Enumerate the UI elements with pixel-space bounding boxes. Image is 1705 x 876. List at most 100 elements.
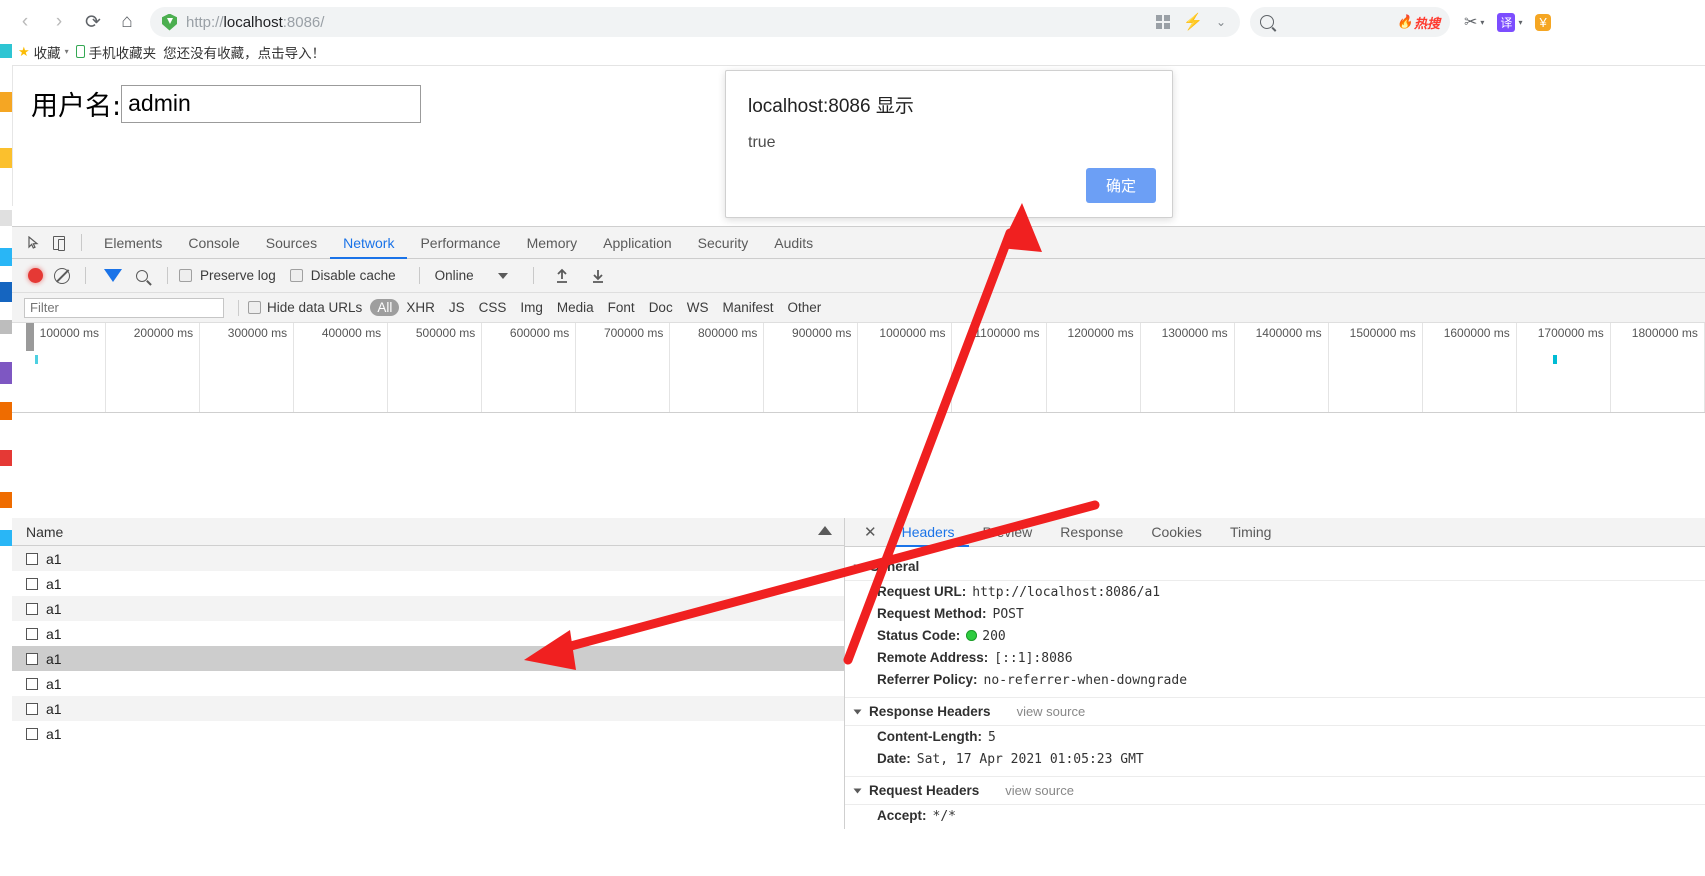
- forward-icon[interactable]: ›: [42, 5, 76, 39]
- row-checkbox[interactable]: [26, 652, 38, 665]
- bookmark-favorites[interactable]: ★ 收藏 ▾: [18, 42, 69, 62]
- toggle-device-toolbar-icon[interactable]: [46, 230, 72, 256]
- network-overview-timeline[interactable]: 100000 ms 200000 ms 300000 ms 400000 ms 5000…: [12, 323, 1705, 413]
- filter-type-font[interactable]: Font: [601, 299, 642, 316]
- tab-network[interactable]: Network: [330, 227, 407, 259]
- bookmark-mobile[interactable]: 手机收藏夹: [75, 42, 156, 62]
- search-icon[interactable]: [136, 269, 148, 282]
- filter-icon[interactable]: [104, 269, 122, 282]
- tab-security[interactable]: Security: [685, 227, 762, 259]
- status-ok-icon: [966, 630, 978, 641]
- row-checkbox[interactable]: [26, 727, 38, 740]
- table-row[interactable]: a1: [12, 621, 844, 646]
- hot-search-badge[interactable]: 🔥 热搜: [1397, 13, 1440, 32]
- scissors-icon[interactable]: ✂ ▾: [1464, 12, 1484, 32]
- filter-type-media[interactable]: Media: [550, 299, 601, 316]
- expand-caret-icon[interactable]: [853, 709, 862, 714]
- table-row[interactable]: a1: [12, 596, 844, 621]
- table-row[interactable]: a1: [12, 721, 844, 746]
- row-checkbox[interactable]: [26, 552, 38, 565]
- chevron-down-icon[interactable]: ▾: [65, 47, 69, 56]
- detail-tab-cookies[interactable]: Cookies: [1137, 518, 1216, 547]
- chevron-down-icon[interactable]: ⌄: [1216, 15, 1226, 29]
- disable-cache-checkbox[interactable]: [289, 269, 303, 282]
- tab-elements[interactable]: Elements: [91, 227, 175, 259]
- row-checkbox[interactable]: [26, 577, 38, 590]
- content-length-row: Content-Length: 5: [845, 726, 1705, 748]
- general-section-header[interactable]: General: [845, 553, 1705, 581]
- collapse-caret-icon[interactable]: [818, 526, 832, 535]
- network-filter-bar: Hide data URLs All XHR JS CSS Img Media …: [12, 293, 1705, 323]
- filter-type-css[interactable]: CSS: [472, 299, 514, 316]
- username-input[interactable]: [121, 84, 422, 123]
- translate-caret-icon[interactable]: ▾: [1518, 18, 1522, 27]
- tab-application[interactable]: Application: [590, 227, 685, 259]
- tab-memory[interactable]: Memory: [514, 227, 591, 259]
- response-headers-section-header[interactable]: Response Headers view source: [845, 697, 1705, 726]
- table-row[interactable]: a1: [12, 671, 844, 696]
- filter-type-doc[interactable]: Doc: [642, 299, 680, 316]
- headers-content: General Request URL: http://localhost:80…: [845, 547, 1705, 829]
- column-header-name[interactable]: Name: [26, 524, 63, 540]
- filter-type-manifest[interactable]: Manifest: [715, 299, 780, 316]
- filter-type-xhr[interactable]: XHR: [399, 299, 442, 316]
- hide-data-urls-checkbox[interactable]: [248, 301, 261, 314]
- translate-icon[interactable]: 译 ▾: [1497, 12, 1522, 32]
- timeline-tick-label: 300000 ms: [227, 326, 288, 340]
- row-checkbox[interactable]: [26, 677, 38, 690]
- expand-caret-icon[interactable]: [853, 564, 862, 569]
- home-icon[interactable]: ⌂: [110, 5, 144, 39]
- detail-tab-preview[interactable]: Preview: [969, 518, 1047, 547]
- tab-performance[interactable]: Performance: [407, 227, 513, 259]
- table-row[interactable]: a1: [12, 696, 844, 721]
- filter-input[interactable]: [24, 297, 224, 318]
- table-row[interactable]: a1: [12, 571, 844, 596]
- timeline-left-handle[interactable]: [26, 323, 34, 351]
- row-checkbox[interactable]: [26, 627, 38, 640]
- close-icon[interactable]: ✕: [853, 523, 888, 541]
- detail-tab-timing[interactable]: Timing: [1216, 518, 1286, 547]
- timeline-tick-label: 1400000 ms: [1255, 326, 1322, 340]
- scissors-caret-icon[interactable]: ▾: [1480, 18, 1484, 27]
- response-view-source-link[interactable]: view source: [1017, 704, 1086, 719]
- lightning-icon[interactable]: ⚡: [1183, 12, 1203, 32]
- table-row[interactable]: a1: [12, 646, 844, 671]
- timeline-tick-label: 900000 ms: [792, 326, 852, 340]
- devtools-panel: Elements Console Sources Network Perform…: [12, 226, 1705, 829]
- chevron-down-icon[interactable]: [497, 272, 508, 279]
- detail-tab-headers[interactable]: Headers: [888, 518, 969, 547]
- filter-type-js[interactable]: JS: [442, 299, 472, 316]
- back-icon[interactable]: ‹: [8, 5, 42, 39]
- filter-type-all[interactable]: All: [370, 299, 400, 316]
- tab-audits[interactable]: Audits: [761, 227, 826, 259]
- export-har-icon[interactable]: [590, 268, 606, 284]
- row-checkbox[interactable]: [26, 602, 38, 615]
- row-checkbox[interactable]: [26, 702, 38, 715]
- address-bar[interactable]: http:// localhost :8086/ ⚡ ⌄: [150, 7, 1240, 37]
- detail-tab-response[interactable]: Response: [1046, 518, 1137, 547]
- reload-icon[interactable]: ⟳: [76, 5, 110, 39]
- tab-console[interactable]: Console: [175, 227, 252, 259]
- qr-code-icon[interactable]: [1156, 15, 1171, 29]
- import-har-icon[interactable]: [554, 268, 570, 284]
- record-icon[interactable]: [28, 268, 43, 283]
- shield-icon: [162, 13, 177, 31]
- request-headers-section-header[interactable]: Request Headers view source: [845, 776, 1705, 805]
- wallet-icon[interactable]: ¥: [1535, 13, 1551, 31]
- tab-sources[interactable]: Sources: [253, 227, 330, 259]
- dialog-ok-button[interactable]: 确定: [1085, 168, 1156, 203]
- expand-caret-icon[interactable]: [853, 788, 862, 793]
- table-row[interactable]: a1: [12, 546, 844, 571]
- browser-search-box[interactable]: 🔥 热搜: [1250, 7, 1450, 37]
- throttle-select[interactable]: Online: [435, 268, 474, 283]
- inspect-element-icon[interactable]: [20, 230, 46, 256]
- timeline-tick: 1700000 ms: [1517, 323, 1611, 412]
- bookmark-import-hint[interactable]: 您还没有收藏，点击导入！: [163, 42, 325, 62]
- request-view-source-link[interactable]: view source: [1005, 783, 1074, 798]
- clear-icon[interactable]: [54, 267, 70, 284]
- filter-type-other[interactable]: Other: [780, 299, 828, 316]
- filter-type-img[interactable]: Img: [513, 299, 550, 316]
- timeline-tick: 600000 ms: [482, 323, 577, 412]
- preserve-log-checkbox[interactable]: [179, 269, 192, 282]
- filter-type-ws[interactable]: WS: [680, 299, 716, 316]
